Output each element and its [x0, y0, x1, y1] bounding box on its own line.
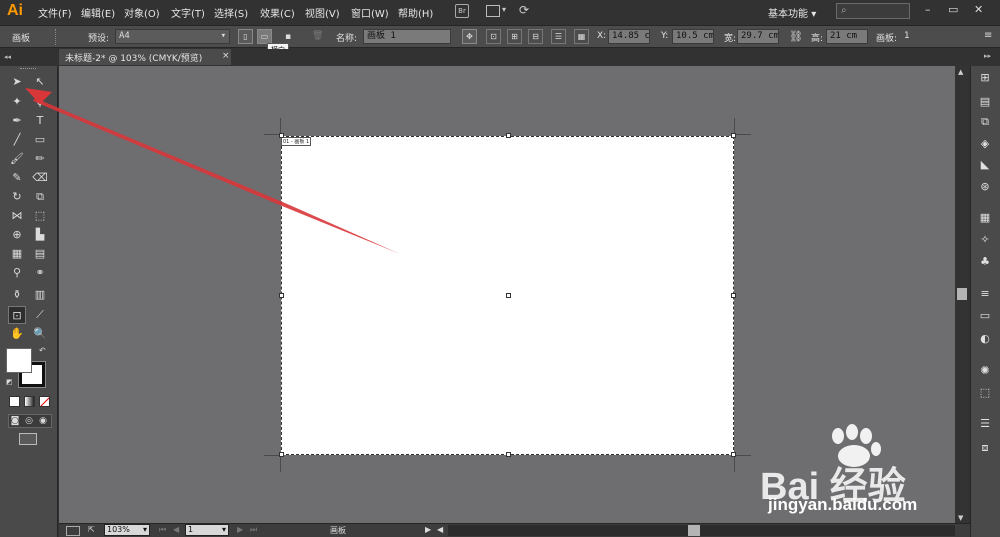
chevron-down-icon: ▾ [142, 525, 147, 534]
horizontal-scrollbar-thumb[interactable] [688, 525, 700, 536]
pathfinder-panel-icon[interactable]: ⧉ [976, 114, 994, 130]
links-panel-icon[interactable]: ⧈ [976, 440, 994, 456]
appearance-panel-icon[interactable]: ◐ [976, 331, 994, 347]
status-panel-name: 画板 [330, 526, 346, 535]
transparency-panel-icon[interactable]: ⊛ [976, 179, 994, 195]
zoom-value: 103% [107, 525, 130, 534]
status-menu-icon[interactable]: ▶ [425, 525, 431, 534]
next-page-icon[interactable]: ▶ [237, 525, 243, 534]
stroke-panel-icon[interactable]: ◣ [976, 157, 994, 173]
scroll-left-icon[interactable]: ◀ [437, 525, 443, 534]
share-icon[interactable]: ⇱ [88, 525, 95, 534]
zoom-select[interactable]: 103% ▾ [104, 524, 150, 536]
stroke-weight-panel-icon[interactable]: ≡ [976, 286, 994, 302]
brushes-panel-icon[interactable]: ✧ [976, 232, 994, 248]
previous-page-icon[interactable]: ◀ [173, 525, 179, 534]
color-guide-icon[interactable]: ◈ [976, 136, 994, 152]
info-panel-icon[interactable]: ⬚ [976, 385, 994, 401]
vertical-scrollbar-thumb[interactable] [957, 288, 967, 300]
gradient-panel-icon[interactable]: ▭ [976, 308, 994, 324]
artboard-nav-icon[interactable] [66, 526, 80, 536]
swatches-panel-icon[interactable]: ▦ [976, 210, 994, 226]
page-value: 1 [188, 525, 194, 534]
artboards-panel-icon[interactable]: ⊞ [976, 70, 994, 86]
chevron-down-icon: ▾ [221, 525, 226, 534]
layers-panel-icon[interactable]: ☰ [976, 416, 994, 432]
scroll-up-icon[interactable]: ▲ [958, 68, 963, 76]
symbols-panel-icon[interactable]: ♣ [976, 254, 994, 270]
align-panel-icon[interactable]: ▤ [976, 94, 994, 110]
watermark-url: jingyan.baidu.com [768, 495, 918, 514]
last-page-icon[interactable]: ⏭ [250, 525, 257, 535]
page-select[interactable]: 1 ▾ [185, 524, 229, 536]
first-page-icon[interactable]: ⏮ [159, 525, 166, 535]
graphic-styles-icon[interactable]: ✺ [976, 363, 994, 379]
horizontal-scrollbar[interactable] [448, 525, 955, 536]
